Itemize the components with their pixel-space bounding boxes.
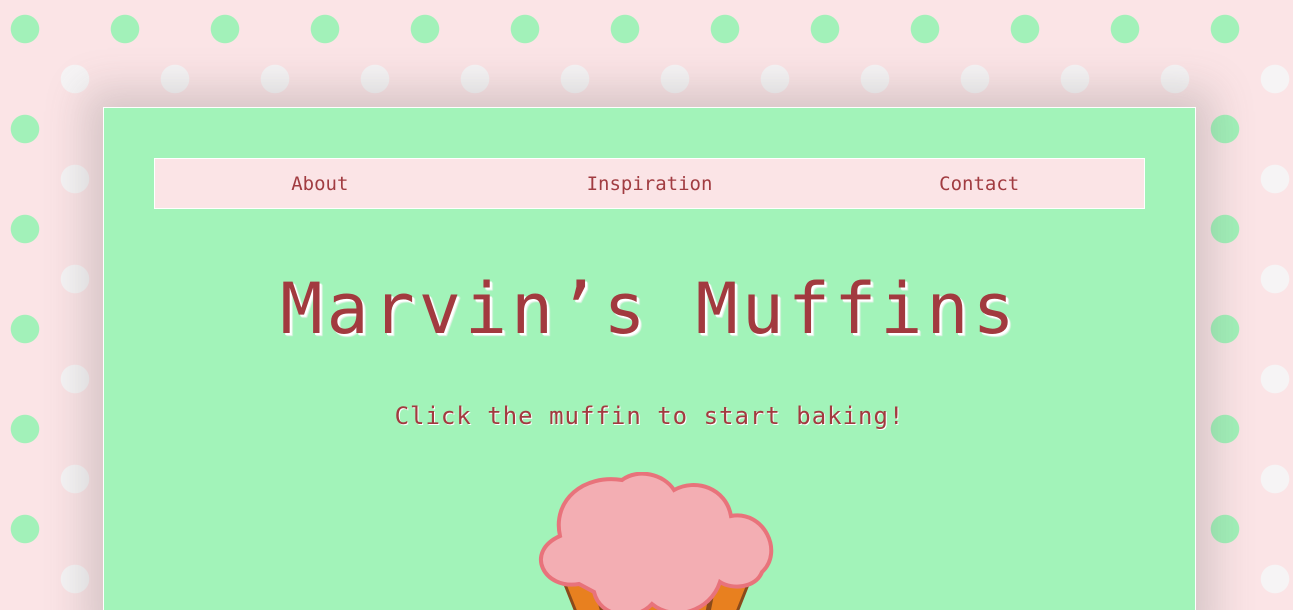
nav-item-contact[interactable]: Contact [814,159,1144,208]
nav-item-inspiration[interactable]: Inspiration [485,159,815,208]
page-subtitle: Click the muffin to start baking! [394,402,905,430]
nav-item-about[interactable]: About [155,159,485,208]
muffin-button[interactable] [524,471,776,610]
top-nav: About Inspiration Contact [154,158,1145,209]
muffin-icon [538,471,774,610]
page-title: Marvin’s Muffins [280,268,1019,350]
main-card: About Inspiration Contact Marvin’s Muffi… [103,107,1196,610]
